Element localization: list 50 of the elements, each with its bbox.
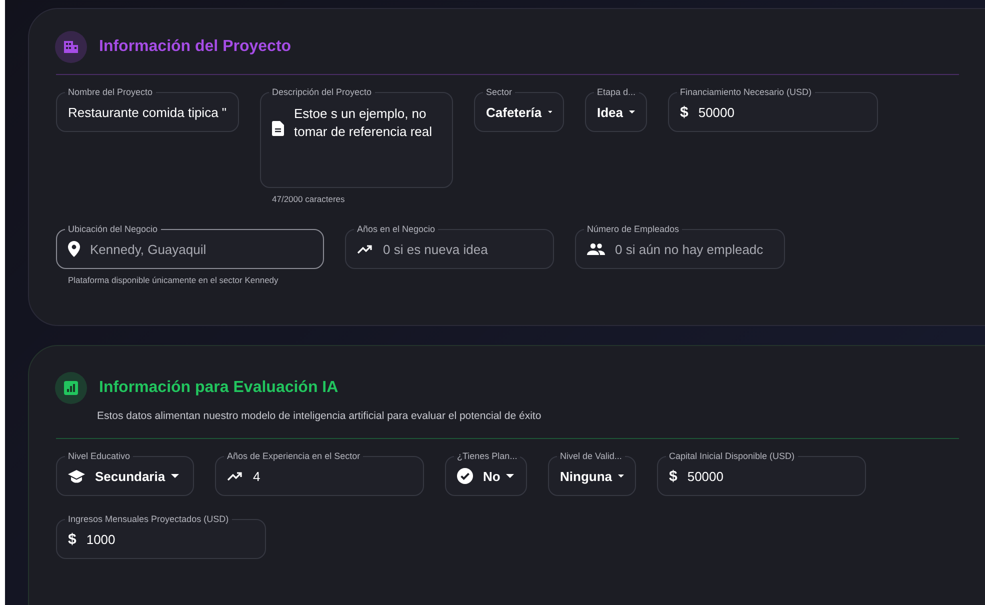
caret-icon (171, 474, 180, 478)
location-pin-icon (68, 241, 80, 257)
currency-symbol: $ (669, 468, 678, 484)
caret-icon (506, 474, 514, 478)
building-icon (55, 31, 87, 63)
section-title: Información del Proyecto (99, 38, 292, 56)
placeholder-text: 0 si aún no hay empleadc (615, 242, 764, 256)
graduation-cap-icon (68, 470, 85, 482)
section-title: Información para Evaluación IA (99, 379, 338, 397)
check-circle-icon (457, 468, 473, 484)
textarea-field[interactable]: Descripción del Proyecto Estoe s un ejemplo, no tomar de referencia real (260, 87, 453, 188)
field-value: No (483, 468, 500, 484)
trending-up-icon (357, 244, 373, 254)
select-field[interactable]: Etapa d... Idea (585, 87, 647, 132)
input-field[interactable]: Nombre del Proyecto Restaurante comida tipica " (56, 87, 239, 132)
input-field[interactable]: Ingresos Mensuales Proyectados (USD) $ 1000 (56, 514, 266, 559)
field-value: Ninguna (560, 468, 612, 484)
helper-text: Plataforma disponible únicamente en el sector Kennedy (68, 275, 280, 285)
field-value: Cafetería (486, 104, 542, 120)
placeholder-text: Kennedy, Guayaquil (90, 242, 206, 256)
field-value: Secundaria (95, 468, 166, 484)
field-value: 50000 (698, 104, 734, 120)
input-field[interactable]: Ubicación del Negocio Kennedy, Guayaquil (56, 224, 324, 269)
currency-symbol: $ (68, 530, 76, 548)
trending-up-icon (227, 471, 243, 481)
field-value: Idea (597, 104, 624, 120)
caret-icon (548, 110, 552, 114)
helper-text: 47/2000 caracteres (272, 194, 346, 204)
caret-icon (618, 474, 624, 478)
chart-icon (55, 372, 87, 404)
input-field[interactable]: Financiamiento Necesario (USD) $ 50000 (668, 87, 878, 132)
select-field[interactable]: Sector Cafetería (474, 87, 564, 132)
field-value: 50000 (687, 468, 724, 484)
input-field[interactable]: Número de Empleados 0 si aún no hay empleadc (575, 224, 785, 269)
select-field[interactable]: Nivel de Valid... Ninguna (548, 451, 636, 496)
field-value: 4 (253, 468, 260, 484)
document-icon (272, 121, 284, 136)
input-field[interactable]: Años de Experiencia en el Sector 4 (215, 451, 424, 496)
input-field[interactable]: Años en el Negocio 0 si es nueva idea (345, 224, 554, 269)
select-field[interactable]: ¿Tienes Plan... No (445, 451, 527, 496)
currency-symbol: $ (680, 104, 688, 120)
select-field[interactable]: Nivel Educativo Secundaria (56, 451, 194, 496)
caret-icon (629, 110, 635, 114)
section-description: Estos datos alimentan nuestro modelo de inteligencia artificial para evaluar el potencial de éxito (97, 410, 542, 422)
people-icon (587, 243, 605, 255)
description-text: Estoe s un ejemplo, no tomar de referencia real (294, 105, 434, 141)
field-value: 1000 (86, 532, 116, 546)
field-value: Restaurante comida tipica " (68, 104, 227, 120)
input-field[interactable]: Capital Inicial Disponible (USD) $ 50000 (657, 451, 866, 496)
placeholder-text: 0 si es nueva idea (383, 242, 488, 256)
